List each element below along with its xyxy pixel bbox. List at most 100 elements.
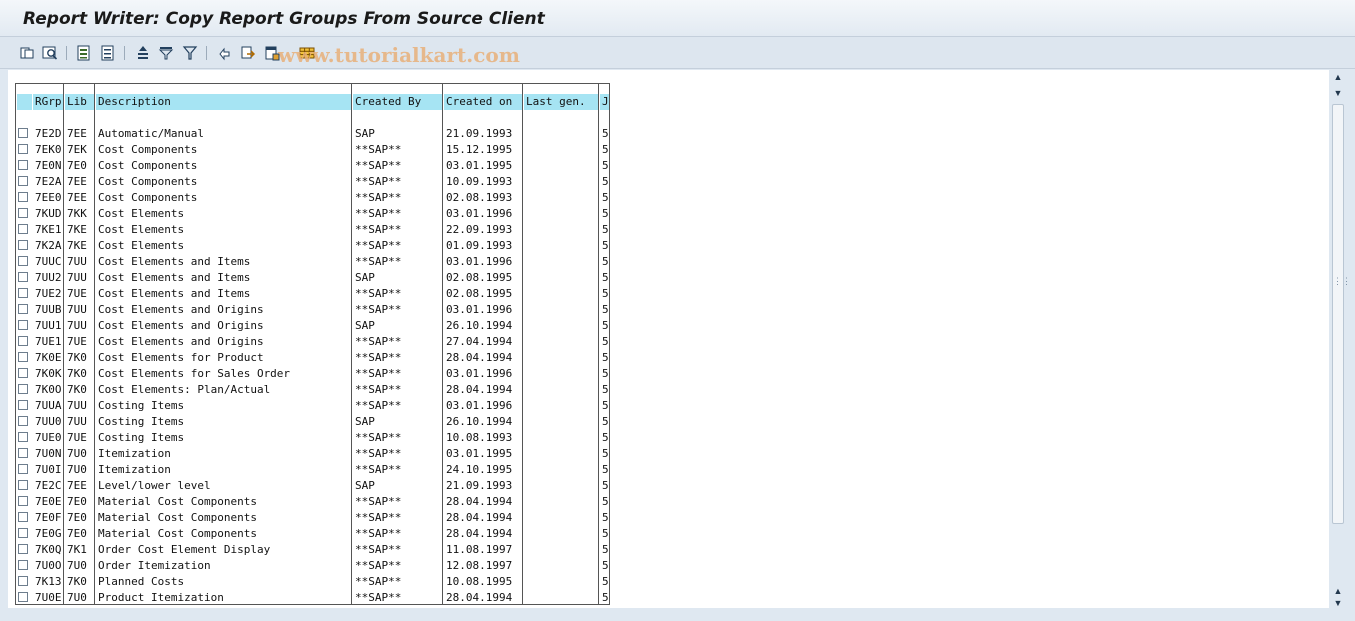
row-select-checkbox[interactable] <box>18 336 28 346</box>
table-row[interactable]: 7K0O 7K0 Cost Elements: Plan/Actual **SAP**… <box>16 382 609 398</box>
cell-lib: 7E0 <box>67 495 87 508</box>
cell-lib: 7UU <box>67 303 87 316</box>
table-row[interactable]: 7K13 7K0 Planned Costs **SAP** 10.08.1995 50 <box>16 574 609 590</box>
cell-rgrp: 7EE0 <box>35 191 62 204</box>
cell-description: Cost Elements and Items <box>98 255 251 268</box>
row-select-checkbox[interactable] <box>18 448 28 458</box>
set-filter-icon[interactable] <box>156 43 176 63</box>
cell-js: 50 <box>602 303 609 316</box>
row-select-checkbox[interactable] <box>18 384 28 394</box>
scroll-down-icon[interactable]: ▲ <box>1333 586 1343 596</box>
row-select-checkbox[interactable] <box>18 352 28 362</box>
row-select-checkbox[interactable] <box>18 160 28 170</box>
row-select-checkbox[interactable] <box>18 544 28 554</box>
table-row[interactable]: 7EK0 7EK Cost Components **SAP** 15.12.1995 5… <box>16 142 609 158</box>
cell-js: 50 <box>602 271 609 284</box>
table-row[interactable]: 7UUA 7UU Costing Items **SAP** 03.01.1996 50 <box>16 398 609 414</box>
row-select-checkbox[interactable] <box>18 400 28 410</box>
header-col-rgrp[interactable]: RGrp <box>33 94 63 110</box>
table-row[interactable]: 7UU0 7UU Costing Items SAP 26.10.1994 50 <box>16 414 609 430</box>
table-row[interactable]: 7UU2 7UU Cost Elements and Items SAP 02.08.1… <box>16 270 609 286</box>
row-select-checkbox[interactable] <box>18 432 28 442</box>
row-select-checkbox[interactable] <box>18 144 28 154</box>
details-icon[interactable] <box>17 43 37 63</box>
row-select-checkbox[interactable] <box>18 320 28 330</box>
table-row[interactable]: 7UUC 7UU Cost Elements and Items **SAP** 03.… <box>16 254 609 270</box>
cell-created-on: 28.04.1994 <box>446 527 513 540</box>
row-select-checkbox[interactable] <box>18 592 28 602</box>
cell-created-on: 28.04.1994 <box>446 351 513 364</box>
table-row[interactable]: 7UUB 7UU Cost Elements and Origins **SAP** 0… <box>16 302 609 318</box>
row-select-checkbox[interactable] <box>18 368 28 378</box>
table-row[interactable]: 7K0E 7K0 Cost Elements for Product **SAP** 2… <box>16 350 609 366</box>
header-col-created-on[interactable]: Created on <box>444 94 522 110</box>
row-select-checkbox[interactable] <box>18 288 28 298</box>
row-select-checkbox[interactable] <box>18 416 28 426</box>
table-row[interactable]: 7U0E 7U0 Product Itemization **SAP** 28.04.1… <box>16 590 609 604</box>
table-row[interactable]: 7E0N 7E0 Cost Components **SAP** 03.01.1995 5… <box>16 158 609 174</box>
table-row[interactable]: 7U0O 7U0 Order Itemization **SAP** 12.08.199… <box>16 558 609 574</box>
cell-description: Cost Elements <box>98 239 185 252</box>
table-row[interactable]: 7K0K 7K0 Cost Elements for Sales Order **SA… <box>16 366 609 382</box>
sort-ascending-icon[interactable] <box>133 43 153 63</box>
row-select-checkbox[interactable] <box>18 192 28 202</box>
header-col-description[interactable]: Description <box>96 94 351 110</box>
scroll-top-icon[interactable]: ▲ <box>1333 72 1343 82</box>
cell-created-on: 21.09.1993 <box>446 479 513 492</box>
cell-created-by: SAP <box>355 479 375 492</box>
table-row[interactable]: 7UE0 7UE Costing Items **SAP** 10.08.1993 50 <box>16 430 609 446</box>
row-select-checkbox[interactable] <box>18 480 28 490</box>
row-select-checkbox[interactable] <box>18 208 28 218</box>
table-row[interactable]: 7UU1 7UU Cost Elements and Origins SAP 26.10… <box>16 318 609 334</box>
export-icon[interactable] <box>238 43 258 63</box>
row-select-checkbox[interactable] <box>18 256 28 266</box>
row-select-checkbox[interactable] <box>18 512 28 522</box>
table-row[interactable]: 7K0Q 7K1 Order Cost Element Display **SAP**… <box>16 542 609 558</box>
deselect-all-icon[interactable] <box>98 43 118 63</box>
table-row[interactable]: 7U0I 7U0 Itemization **SAP** 24.10.1995 50 <box>16 462 609 478</box>
scroll-bottom-icon[interactable]: ▼ <box>1333 598 1343 608</box>
row-select-checkbox[interactable] <box>18 128 28 138</box>
table-row[interactable]: 7KE1 7KE Cost Elements **SAP** 22.09.1993 50 <box>16 222 609 238</box>
cell-created-by: SAP <box>355 127 375 140</box>
filter-icon[interactable] <box>180 43 200 63</box>
row-select-checkbox[interactable] <box>18 560 28 570</box>
table-row[interactable]: 7U0N 7U0 Itemization **SAP** 03.01.1995 50 <box>16 446 609 462</box>
header-col-created-by[interactable]: Created By <box>353 94 442 110</box>
row-select-checkbox[interactable] <box>18 240 28 250</box>
table-row[interactable]: 7UE2 7UE Cost Elements and Items **SAP** 02.… <box>16 286 609 302</box>
cell-created-by: **SAP** <box>355 559 402 572</box>
print-icon[interactable] <box>214 43 234 63</box>
row-select-checkbox[interactable] <box>18 224 28 234</box>
row-select-checkbox[interactable] <box>18 528 28 538</box>
table-row[interactable]: 7E2D 7EE Automatic/Manual SAP 21.09.1993 50 <box>16 126 609 142</box>
cell-js: 50 <box>602 495 609 508</box>
cell-created-on: 28.04.1994 <box>446 591 513 604</box>
table-row[interactable]: 7K2A 7KE Cost Elements **SAP** 01.09.1993 50 <box>16 238 609 254</box>
row-select-checkbox[interactable] <box>18 304 28 314</box>
header-col-last-gen[interactable]: Last gen. <box>524 94 598 110</box>
cell-description: Product Itemization <box>98 591 224 604</box>
cell-created-on: 03.01.1996 <box>446 303 513 316</box>
row-select-checkbox[interactable] <box>18 176 28 186</box>
header-col-js[interactable]: JS <box>600 94 609 110</box>
table-row[interactable]: 7UE1 7UE Cost Elements and Origins **SAP** 2… <box>16 334 609 350</box>
table-row[interactable]: 7EE0 7EE Cost Components **SAP** 02.08.1993 5… <box>16 190 609 206</box>
row-select-checkbox[interactable] <box>18 576 28 586</box>
table-row[interactable]: 7E0E 7E0 Material Cost Components **SAP** 28… <box>16 494 609 510</box>
scroll-up-icon[interactable]: ▼ <box>1333 88 1343 98</box>
select-all-icon[interactable] <box>74 43 94 63</box>
row-select-checkbox[interactable] <box>18 464 28 474</box>
vertical-scrollbar[interactable]: ▲ ▼ ⋮⋮ ▲ ▼ <box>1329 70 1351 608</box>
table-row[interactable]: 7E0G 7E0 Material Cost Components **SAP** 28… <box>16 526 609 542</box>
table-row[interactable]: 7KUD 7KK Cost Elements **SAP** 03.01.1996 50 <box>16 206 609 222</box>
table-row[interactable]: 7E2A 7EE Cost Components **SAP** 10.09.1993 5… <box>16 174 609 190</box>
row-select-checkbox[interactable] <box>18 496 28 506</box>
scrollbar-thumb[interactable] <box>1332 104 1344 524</box>
row-select-checkbox[interactable] <box>18 272 28 282</box>
header-col-lib[interactable]: Lib <box>65 94 94 110</box>
table-row[interactable]: 7E0F 7E0 Material Cost Components **SAP** 28… <box>16 510 609 526</box>
cell-last-gen <box>524 174 598 190</box>
find-icon[interactable] <box>40 43 60 63</box>
table-row[interactable]: 7E2C 7EE Level/lower level SAP 21.09.1993 50 <box>16 478 609 494</box>
